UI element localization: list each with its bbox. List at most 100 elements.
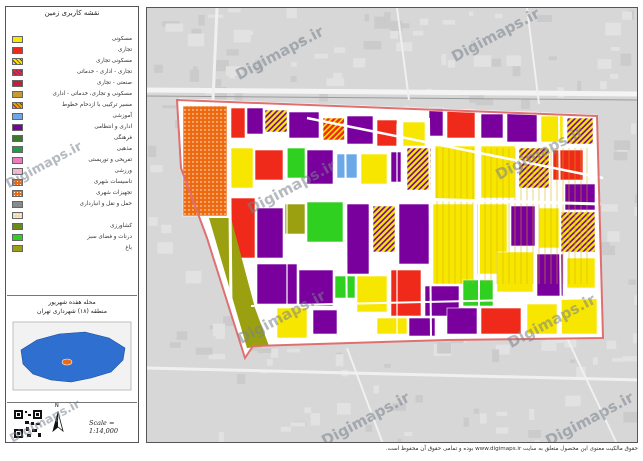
- basemap-block: [611, 47, 620, 51]
- basemap-block: [286, 8, 297, 19]
- location-inset-map: [12, 321, 132, 391]
- admin-parcel: [312, 309, 338, 335]
- basemap-block: [390, 30, 398, 39]
- basemap-block: [195, 347, 213, 355]
- legend-label: حمل و نقل و انبارداری: [79, 201, 132, 207]
- legend-item: مسکونی: [6, 35, 138, 45]
- basemap-block: [333, 72, 343, 79]
- legend-swatch: [12, 201, 23, 208]
- legend-label: تاسیسات شهری: [93, 179, 132, 185]
- basemap-block: [623, 412, 637, 423]
- basemap-block: [565, 395, 581, 407]
- legend-swatch: [12, 58, 23, 65]
- legend-swatch: [12, 47, 23, 54]
- basemap-block: [442, 20, 456, 25]
- legend-label: درنات و فضای سبز: [87, 234, 132, 240]
- admin-parcel: [506, 111, 538, 143]
- legend-label: آموزشی: [112, 113, 133, 119]
- legend-label: کشاورزی: [110, 223, 132, 229]
- basemap-block: [463, 417, 469, 427]
- basemap-block: [548, 56, 557, 61]
- basemap-block: [185, 270, 202, 284]
- basemap-block: [384, 364, 391, 368]
- basemap-block: [534, 440, 540, 442]
- basemap-block: [631, 123, 636, 135]
- legend-item: تجاری: [6, 46, 138, 56]
- residential-parcel: [376, 317, 408, 335]
- basemap-block: [161, 224, 172, 234]
- basemap-block: [334, 47, 346, 53]
- legend-item: مسکونی تجاری: [6, 57, 138, 67]
- basemap-block: [147, 145, 157, 157]
- basemap-block: [314, 53, 328, 59]
- basemap-block: [605, 22, 622, 36]
- legend-label: باغ: [125, 245, 132, 251]
- legend-item: [6, 211, 138, 221]
- basemap-block: [634, 295, 637, 306]
- basemap-block: [310, 413, 320, 426]
- basemap-block: [469, 11, 474, 17]
- admin-parcel: [288, 111, 320, 139]
- basemap-block: [291, 61, 297, 67]
- copyright-footnote: حقوق مالکیت معنوی این محصول متعلق به سای…: [385, 446, 638, 452]
- green-parcel: [334, 275, 356, 299]
- basemap-block: [415, 395, 423, 403]
- admin-parcel: [256, 263, 298, 305]
- basemap-block: [337, 403, 351, 415]
- basemap-block: [236, 30, 254, 35]
- basemap-block: [280, 426, 291, 432]
- basemap-block: [634, 206, 637, 216]
- basemap-block: [267, 359, 273, 366]
- admin-parcel: [428, 107, 444, 137]
- basemap-block: [441, 54, 447, 66]
- legend-label: مذهبی: [116, 146, 132, 152]
- basemap-block: [613, 151, 628, 161]
- basemap-block: [384, 12, 391, 24]
- legend-label: اداری و انتظامی: [94, 124, 132, 130]
- basemap-block: [270, 348, 279, 358]
- admin-parcel: [446, 307, 478, 335]
- legend-panel: نقشه کاربری زمین مسکونی تجاری مسکونی تجاری…: [5, 6, 139, 443]
- mixed-parcel: [406, 147, 432, 191]
- basemap-block: [628, 279, 636, 285]
- legend-swatch: [12, 223, 23, 230]
- basemap-block: [577, 80, 582, 93]
- legend-item: مسیر ترکیبی با ازدحام خطوط: [6, 101, 138, 111]
- basemap-block: [397, 438, 402, 442]
- legend-label: تجاری - اداری - خدماتی: [76, 69, 132, 75]
- legend-swatch: [12, 36, 23, 43]
- legend-label: تجهیزات شهری: [96, 190, 132, 196]
- basemap-block: [176, 331, 188, 340]
- legend-label: فرهنگی: [113, 135, 132, 141]
- location-panel: محله هفده شهریور منطقه (۱۸) شهرداری تهرا…: [7, 295, 137, 396]
- basemap-block: [290, 422, 306, 427]
- basemap-block: [610, 73, 619, 79]
- legend-swatch: [12, 157, 23, 164]
- mixed-parcel: [560, 211, 596, 253]
- basemap-block: [521, 99, 530, 109]
- legend-swatch: [12, 124, 23, 131]
- basemap-block: [335, 354, 344, 367]
- legend-item: کشاورزی: [6, 222, 138, 232]
- basemap-block: [228, 8, 241, 13]
- basemap-block: [473, 408, 480, 414]
- legend-label: مسکونی: [111, 36, 132, 42]
- admin-parcel: [510, 205, 536, 247]
- basemap-block: [570, 359, 576, 363]
- legend-swatch: [12, 113, 23, 120]
- basemap-block: [237, 374, 246, 385]
- mixed-parcel: [372, 205, 396, 253]
- basemap-block: [473, 55, 492, 67]
- basemap-block: [154, 64, 163, 73]
- legend-swatch: [12, 146, 23, 153]
- basemap-block: [304, 407, 311, 414]
- basemap-block: [148, 217, 158, 226]
- land-use-map[interactable]: [147, 8, 638, 443]
- basemap-block: [198, 14, 205, 26]
- legend-label: تجاری: [118, 47, 132, 53]
- basemap-block: [412, 30, 424, 36]
- legend-label: تفریحی و توریستی: [88, 157, 132, 163]
- commercial-parcel: [254, 149, 284, 181]
- basemap-block: [634, 194, 637, 203]
- legend-item: آموزشی: [6, 112, 138, 122]
